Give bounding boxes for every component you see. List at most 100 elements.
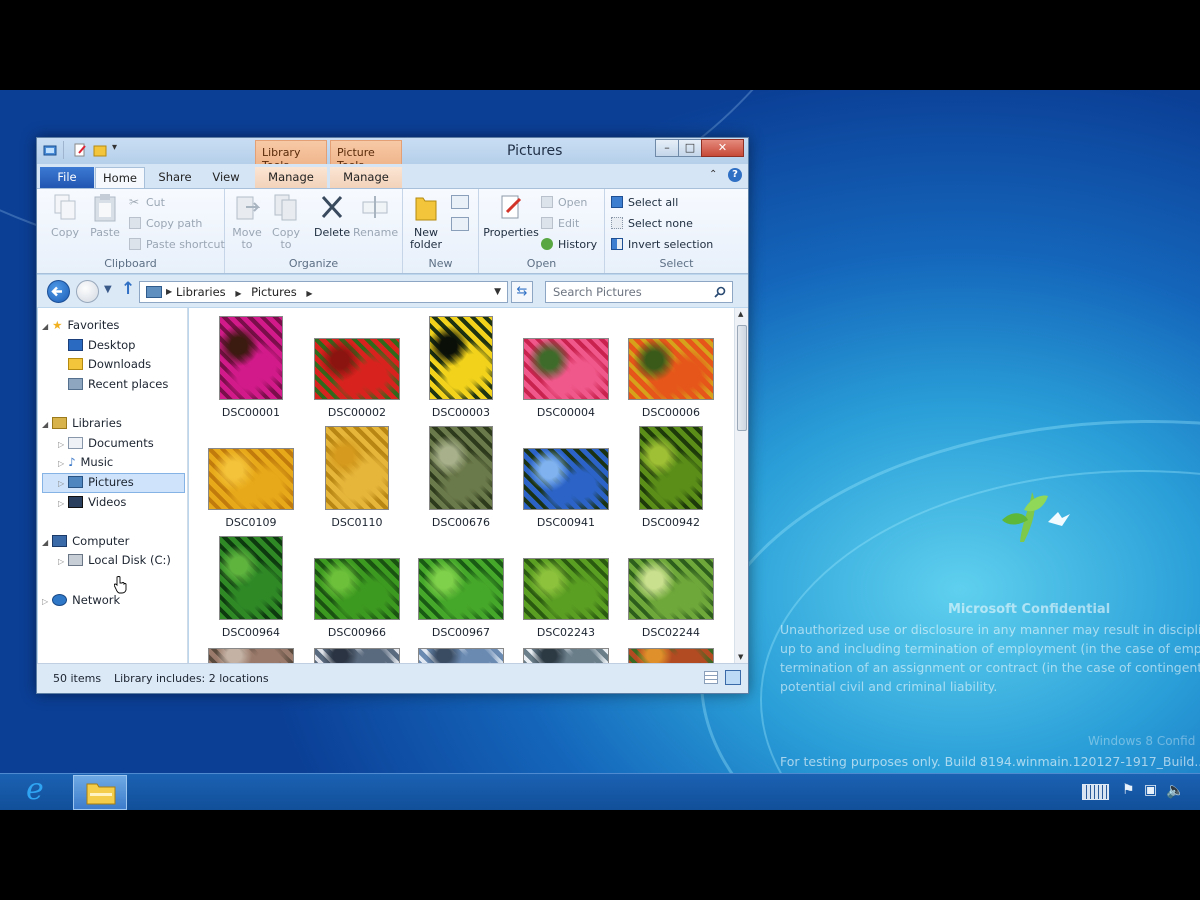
properties-button[interactable]: Properties	[483, 193, 539, 239]
select-all-button[interactable]: Select all	[611, 193, 678, 211]
thumbnail[interactable]	[523, 338, 609, 400]
scroll-thumb[interactable]	[737, 325, 747, 431]
recent-locations-icon[interactable]: ▼	[104, 284, 112, 295]
collapse-arrow-icon[interactable]: ◢	[42, 420, 48, 429]
expand-arrow-icon[interactable]: ▷	[58, 459, 64, 468]
thumbnail[interactable]	[314, 338, 400, 400]
thumbnail[interactable]	[628, 558, 714, 620]
minimize-button[interactable]: –	[655, 139, 679, 157]
thumbnail[interactable]	[523, 448, 609, 510]
details-view-icon[interactable]	[704, 671, 718, 684]
new-folder-button[interactable]: New folder	[407, 193, 445, 251]
nav-favorites[interactable]: ◢ ★ Favorites	[42, 316, 119, 335]
thumbnail[interactable]	[628, 648, 714, 663]
new-item-icon[interactable]	[451, 195, 469, 209]
nav-recent-places[interactable]: Recent places	[68, 375, 168, 394]
thumbnail[interactable]	[639, 426, 703, 510]
thumbnail[interactable]	[314, 648, 400, 663]
tab-file[interactable]: File	[40, 167, 94, 188]
thumbnail[interactable]	[523, 648, 609, 663]
volume-icon[interactable]: 🔈	[1166, 781, 1185, 799]
maximize-button[interactable]: □	[678, 139, 702, 157]
paste-shortcut-button[interactable]: Paste shortcut	[129, 235, 225, 253]
close-button[interactable]: ✕	[701, 139, 744, 157]
nav-pictures[interactable]: ▷ Pictures	[58, 473, 134, 492]
thumbnail[interactable]	[208, 448, 294, 510]
rename-button[interactable]: Rename	[353, 193, 398, 239]
tab-share[interactable]: Share	[151, 167, 199, 188]
thumbnail[interactable]	[219, 316, 283, 400]
nav-downloads[interactable]: Downloads	[68, 355, 151, 374]
expand-arrow-icon[interactable]: ▷	[58, 479, 64, 488]
expand-arrow-icon[interactable]: ▷	[58, 440, 64, 449]
network-tray-icon[interactable]: ▣	[1144, 782, 1157, 798]
scroll-up-icon[interactable]: ▲	[738, 310, 743, 318]
help-icon[interactable]: ?	[728, 168, 742, 182]
delete-button[interactable]: Delete	[314, 193, 350, 239]
nav-computer[interactable]: ◢ Computer	[42, 532, 129, 551]
thumbnail[interactable]	[418, 648, 504, 663]
search-input[interactable]: Search Pictures	[545, 281, 733, 303]
collapse-arrow-icon[interactable]: ◢	[42, 322, 48, 331]
back-button[interactable]	[47, 280, 70, 303]
tab-manage-library[interactable]: Manage	[255, 167, 327, 188]
search-icon[interactable]	[714, 286, 726, 298]
nav-network[interactable]: ▷ Network	[42, 591, 120, 610]
breadcrumb-libraries[interactable]: Libraries	[176, 285, 226, 299]
thumbnail[interactable]	[429, 316, 493, 400]
easy-access-icon[interactable]	[451, 217, 469, 231]
history-button[interactable]: History	[541, 235, 597, 253]
up-arrow-icon[interactable]: ↑	[121, 279, 135, 299]
copy-path-button[interactable]: Copy path	[129, 214, 202, 232]
address-bar[interactable]: ▶ Libraries ▶ Pictures ▶ ▼	[139, 281, 508, 303]
select-none-button[interactable]: Select none	[611, 214, 693, 232]
tab-manage-picture[interactable]: Manage	[330, 167, 402, 188]
tab-view[interactable]: View	[203, 167, 249, 188]
nav-local-disk[interactable]: ▷ Local Disk (C:)	[58, 551, 171, 570]
refresh-button[interactable]: ⇆	[511, 281, 533, 303]
customize-qat-icon[interactable]: ▾	[112, 142, 117, 153]
vertical-scrollbar[interactable]: ▲ ▼	[734, 308, 748, 663]
action-center-flag-icon[interactable]: ⚑	[1122, 782, 1135, 798]
tab-home[interactable]: Home	[95, 167, 145, 188]
nav-desktop[interactable]: Desktop	[68, 336, 135, 355]
thumbnail[interactable]	[208, 648, 294, 663]
large-icons-view-icon[interactable]	[725, 670, 741, 685]
copy-button[interactable]: Copy	[47, 193, 83, 239]
new-folder-icon[interactable]	[93, 143, 107, 157]
forward-button[interactable]	[76, 280, 99, 303]
properties-icon[interactable]	[73, 143, 87, 157]
expand-arrow-icon[interactable]: ▷	[58, 499, 64, 508]
thumbnail[interactable]	[314, 558, 400, 620]
thumbnail[interactable]	[325, 426, 389, 510]
open-button[interactable]: Open	[541, 193, 587, 211]
edit-button[interactable]: Edit	[541, 214, 579, 232]
invert-selection-button[interactable]: Invert selection	[611, 235, 713, 253]
internet-explorer-button[interactable]: e	[18, 772, 62, 809]
move-to-button[interactable]: Move to	[229, 193, 265, 251]
collapse-arrow-icon[interactable]: ◢	[42, 538, 48, 547]
nav-music[interactable]: ▷ ♪ Music	[58, 453, 113, 472]
expand-arrow-icon[interactable]: ▷	[42, 597, 48, 606]
thumbnail[interactable]	[523, 558, 609, 620]
nav-libraries[interactable]: ◢ Libraries	[42, 414, 122, 433]
thumbnail[interactable]	[418, 558, 504, 620]
minimize-ribbon-icon[interactable]: ⌃	[709, 169, 717, 180]
file-explorer-taskbar-button[interactable]	[73, 775, 127, 810]
paste-shortcut-label: Paste shortcut	[146, 237, 225, 251]
thumbnail[interactable]	[429, 426, 493, 510]
scroll-down-icon[interactable]: ▼	[738, 653, 743, 661]
nav-videos[interactable]: ▷ Videos	[58, 493, 126, 512]
expand-arrow-icon[interactable]: ▷	[58, 557, 64, 566]
nav-documents[interactable]: ▷ Documents	[58, 434, 154, 453]
thumbnail[interactable]	[219, 536, 283, 620]
cut-button[interactable]: ✂ Cut	[129, 193, 165, 211]
address-dropdown-icon[interactable]: ▼	[494, 282, 501, 302]
window-icon[interactable]	[43, 143, 57, 157]
copy-to-button[interactable]: Copy to	[268, 193, 304, 251]
thumbnail[interactable]	[628, 338, 714, 400]
breadcrumb-pictures[interactable]: Pictures	[251, 285, 297, 299]
paste-button[interactable]: Paste	[87, 193, 123, 239]
touch-keyboard-icon[interactable]	[1082, 784, 1109, 800]
title-bar[interactable]: ▾ Library Tools Picture Tools Pictures –…	[37, 138, 748, 172]
